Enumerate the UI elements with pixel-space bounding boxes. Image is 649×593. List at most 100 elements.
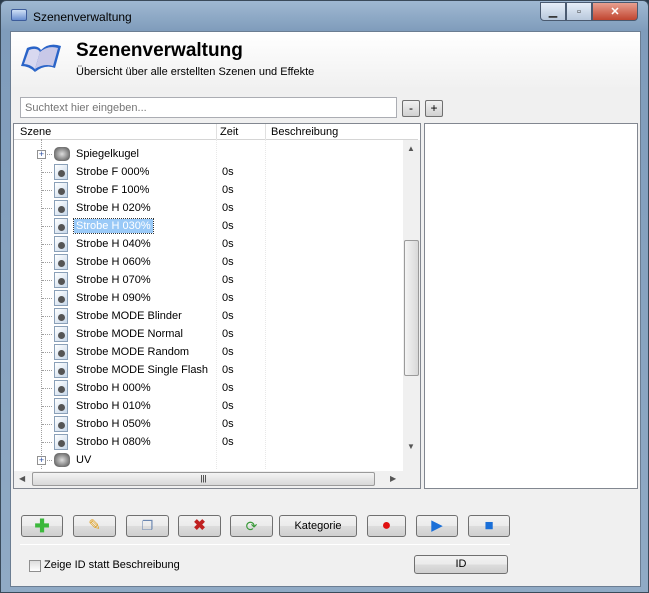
scene-icon — [54, 308, 68, 324]
play-button[interactable]: ▶ — [416, 515, 458, 537]
horizontal-scroll-thumb[interactable]: ||| — [32, 472, 375, 486]
scene-icon — [54, 182, 68, 198]
scene-icon — [54, 254, 68, 270]
record-button[interactable]: ● — [367, 515, 406, 537]
app-book-icon — [11, 9, 27, 21]
scene-name: Strobe H 040% — [76, 238, 151, 250]
scene-name: UV — [76, 454, 92, 466]
table-row[interactable]: Strobe MODE Single Flash 0s — [14, 361, 404, 379]
copy-button[interactable]: ❐ — [126, 515, 169, 537]
table-row[interactable]: Strobe F 100% 0s — [14, 181, 404, 199]
scene-name: Strobo H 080% — [76, 436, 151, 448]
maximize-button[interactable]: ▫ — [566, 2, 592, 21]
add-button[interactable]: ✚ — [21, 515, 63, 537]
vertical-scroll-thumb[interactable] — [404, 240, 419, 376]
scene-icon — [54, 164, 68, 180]
table-row[interactable]: Strobe MODE Random 0s — [14, 343, 404, 361]
column-beschreibung[interactable]: Beschreibung — [271, 126, 338, 138]
edit-button[interactable]: ✎ — [73, 515, 116, 537]
show-id-label[interactable]: Zeige ID statt Beschreibung — [44, 559, 180, 571]
id-button[interactable]: ID — [414, 555, 508, 574]
scene-name: Strobe MODE Random — [76, 346, 190, 358]
refresh-icon: ⟳ — [245, 518, 258, 534]
title-bar[interactable]: Szenenverwaltung ▁ ▫ ✕ — [1, 1, 648, 31]
table-row[interactable]: Strobo H 050% 0s — [14, 415, 404, 433]
table-row[interactable]: Strobo H 080% 0s — [14, 433, 404, 451]
divider — [20, 544, 510, 545]
scene-name: Strobo H 000% — [76, 382, 151, 394]
expand-icon[interactable]: + — [37, 456, 46, 465]
table-row[interactable]: Strobo H 000% 0s — [14, 379, 404, 397]
scene-icon — [54, 416, 68, 432]
table-row[interactable]: Strobe H 040% 0s — [14, 235, 404, 253]
scene-icon — [54, 218, 68, 234]
client-area: Szenenverwaltung Übersicht über alle ers… — [10, 31, 641, 587]
folder-lamp-icon — [54, 147, 70, 161]
table-row[interactable]: Strobe H 020% 0s — [14, 199, 404, 217]
column-header: Szene Zeit Beschreibung — [14, 124, 418, 140]
scene-icon — [54, 362, 68, 378]
scroll-up-icon[interactable]: ▲ — [407, 144, 415, 153]
table-row[interactable]: Strobe MODE Blinder 0s — [14, 307, 404, 325]
page-subtitle: Übersicht über alle erstellten Szenen un… — [76, 66, 315, 78]
scene-name: Strobe MODE Normal — [76, 328, 183, 340]
scene-name: Spiegelkugel — [76, 148, 139, 160]
page-title: Szenenverwaltung — [76, 40, 243, 61]
scroll-left-icon[interactable]: ◀ — [19, 474, 25, 483]
refresh-button[interactable]: ⟳ — [230, 515, 273, 537]
record-icon: ● — [381, 517, 392, 534]
scene-time: 0s — [222, 238, 234, 250]
scroll-right-icon[interactable]: ▶ — [390, 474, 396, 483]
scene-icon — [54, 290, 68, 306]
table-row[interactable]: Strobe H 060% 0s — [14, 253, 404, 271]
table-row[interactable]: Strobe H 090% 0s — [14, 289, 404, 307]
scene-name: Strobe H 090% — [76, 292, 151, 304]
column-szene[interactable]: Szene — [20, 126, 51, 138]
scene-time: 0s — [222, 310, 234, 322]
show-id-checkbox[interactable] — [29, 560, 41, 572]
window: Szenenverwaltung ▁ ▫ ✕ Szenenverwaltung … — [0, 0, 649, 593]
expand-all-button[interactable]: + — [425, 100, 443, 117]
scene-icon — [54, 344, 68, 360]
scene-time: 0s — [222, 292, 234, 304]
tree-group[interactable]: + UV — [14, 451, 404, 469]
scene-name: Strobe H 030% — [73, 218, 154, 234]
scene-name: Strobo H 050% — [76, 418, 151, 430]
horizontal-scrollbar[interactable]: ◀ ||| ▶ — [14, 471, 420, 488]
table-row[interactable]: Strobo H 010% 0s — [14, 397, 404, 415]
scene-name: Strobe MODE Single Flash — [76, 364, 209, 376]
folder-lamp-icon — [54, 453, 70, 467]
scene-time: 0s — [222, 400, 234, 412]
scene-time: 0s — [222, 436, 234, 448]
table-row[interactable]: Strobe F 000% 0s — [14, 163, 404, 181]
table-row[interactable]: Strobe H 030% 0s — [14, 217, 404, 235]
vertical-scrollbar[interactable]: ▲ ▼ — [403, 140, 420, 471]
add-icon: ✚ — [34, 516, 50, 536]
column-zeit[interactable]: Zeit — [220, 126, 238, 138]
tree-group[interactable]: + Spiegelkugel — [14, 145, 404, 163]
scene-time: 0s — [222, 328, 234, 340]
scene-tree[interactable]: Szene Zeit Beschreibung + Spiegelkugel Str… — [13, 123, 421, 489]
collapse-all-button[interactable]: - — [402, 100, 420, 117]
category-button[interactable]: Kategorie — [279, 515, 357, 537]
scene-name: Strobo H 010% — [76, 400, 151, 412]
copy-icon: ❐ — [141, 518, 154, 533]
stop-button[interactable]: ■ — [468, 515, 510, 537]
scene-icon — [54, 398, 68, 414]
tree-rows: + Spiegelkugel Strobe F 000% 0s Strobe F 100… — [14, 139, 404, 469]
scene-time: 0s — [222, 184, 234, 196]
scene-time: 0s — [222, 418, 234, 430]
close-button[interactable]: ✕ — [592, 2, 638, 21]
table-row[interactable]: Strobe MODE Normal 0s — [14, 325, 404, 343]
expand-icon[interactable]: + — [37, 150, 46, 159]
scroll-down-icon[interactable]: ▼ — [407, 442, 415, 451]
scene-icon — [54, 200, 68, 216]
play-icon: ▶ — [431, 517, 443, 534]
delete-button[interactable]: ✖ — [178, 515, 221, 537]
scene-name: Strobe H 070% — [76, 274, 151, 286]
search-input[interactable] — [20, 97, 397, 118]
delete-icon: ✖ — [193, 517, 206, 534]
table-row[interactable]: Strobe H 070% 0s — [14, 271, 404, 289]
scene-icon — [54, 380, 68, 396]
minimize-button[interactable]: ▁ — [540, 2, 566, 21]
